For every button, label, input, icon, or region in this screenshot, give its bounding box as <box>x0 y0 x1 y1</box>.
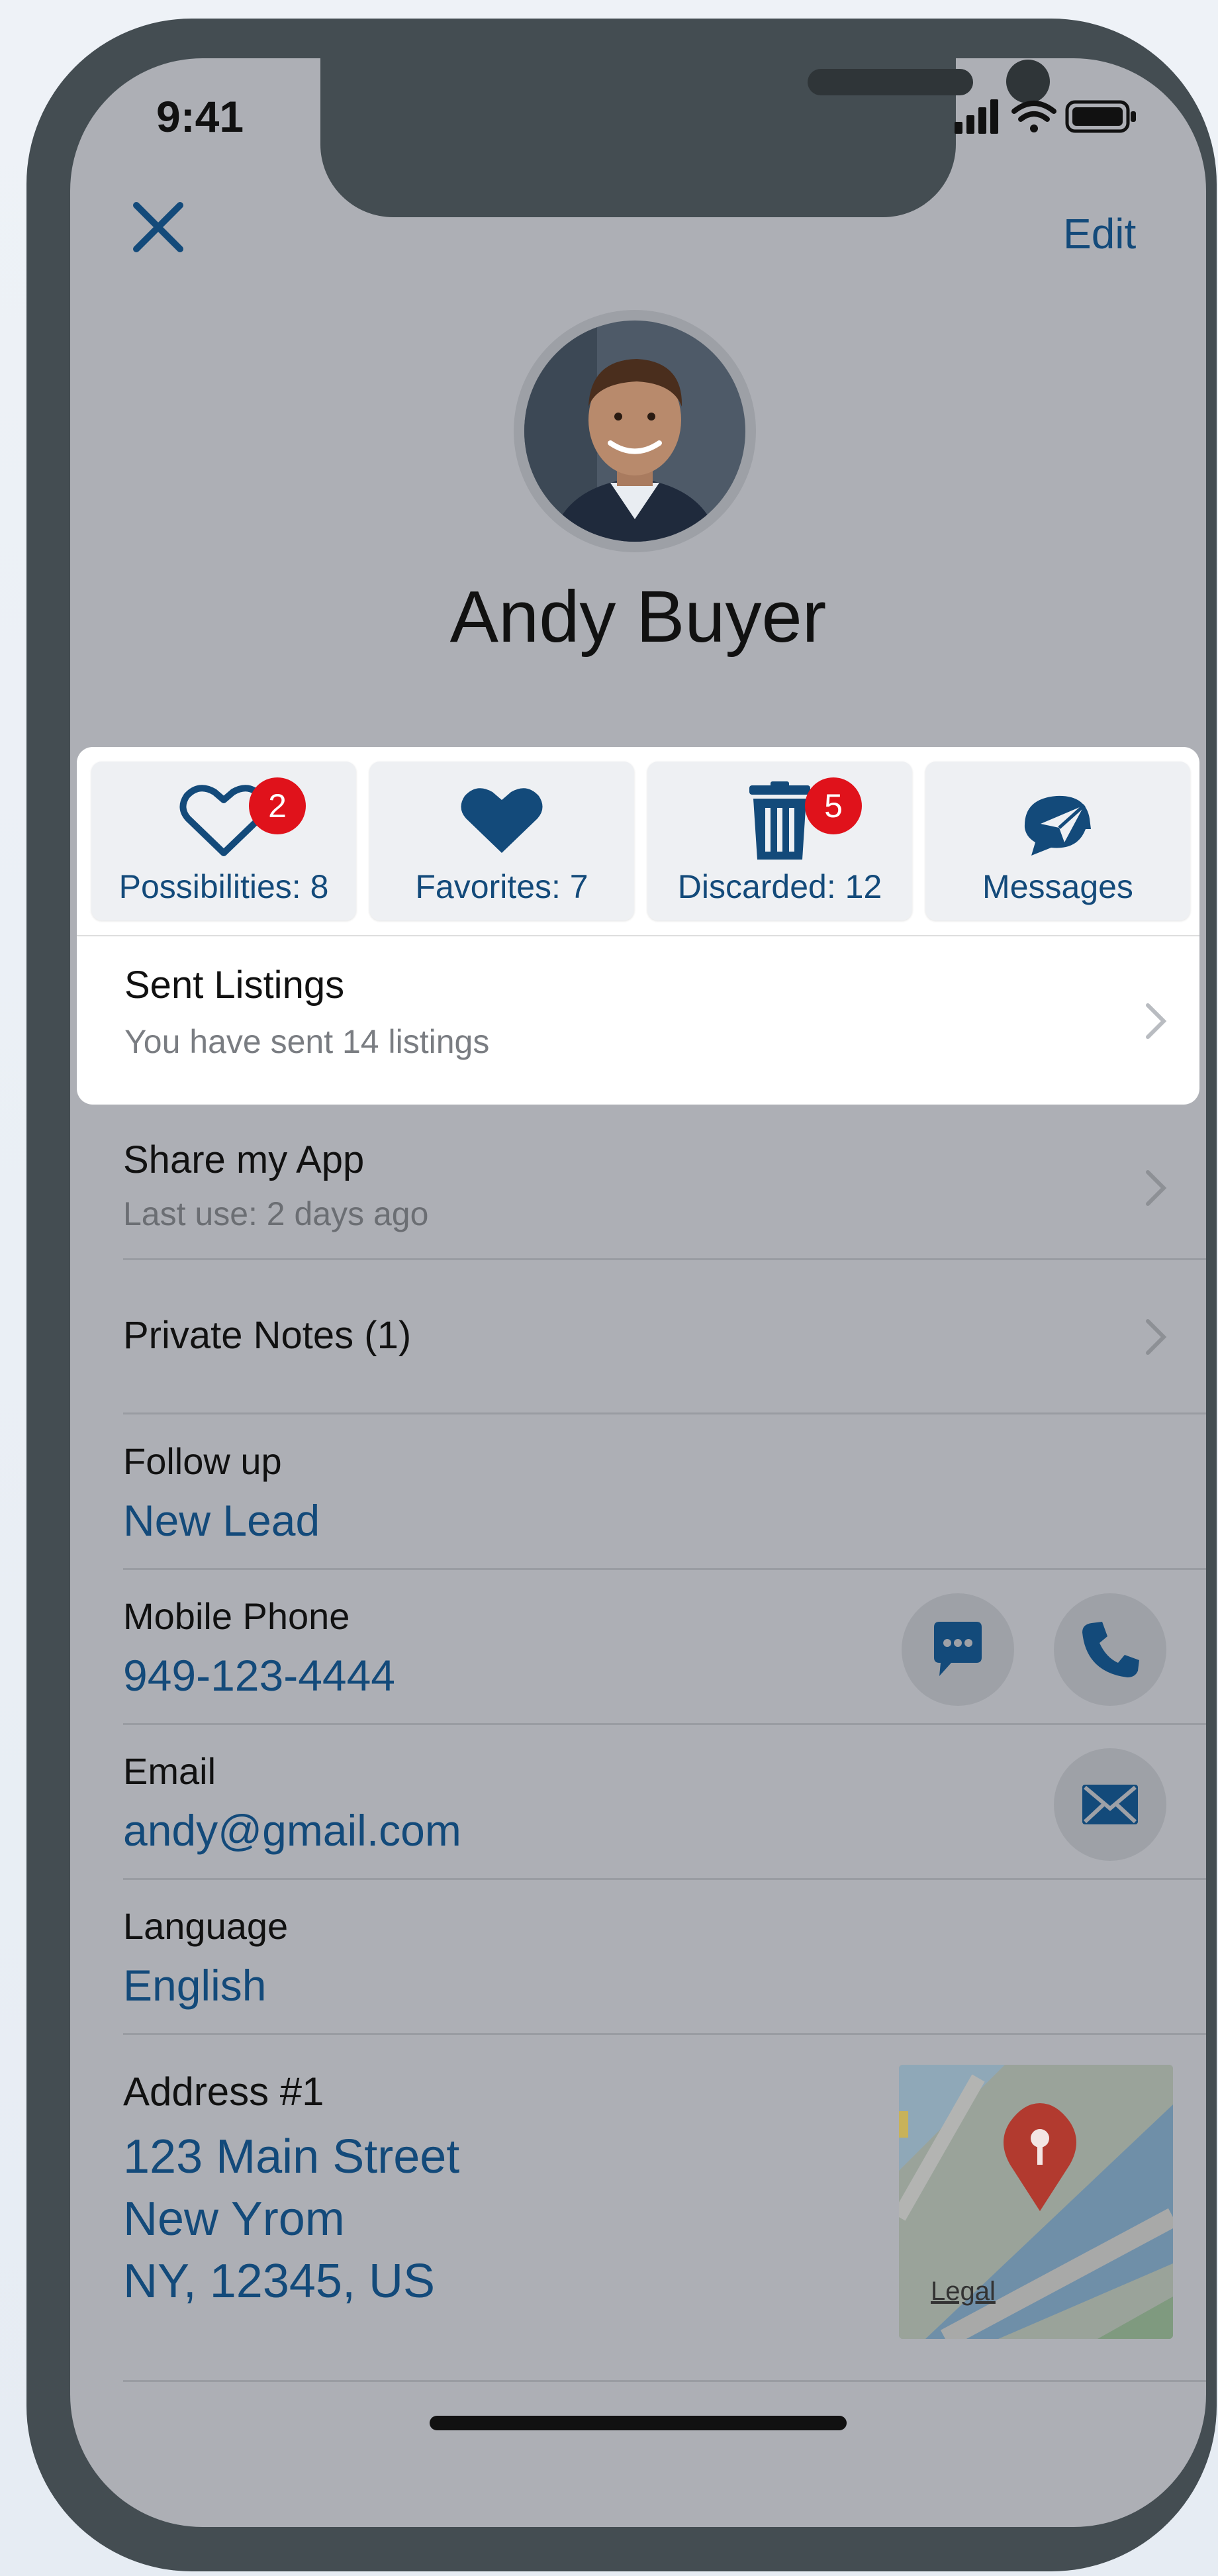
private-notes-title: Private Notes (1) <box>123 1314 412 1357</box>
favorites-tile[interactable]: Favorites: 7 <box>369 762 634 920</box>
share-app-title: Share my App <box>123 1138 365 1181</box>
divider <box>123 2380 1206 2382</box>
avatar[interactable] <box>524 321 745 542</box>
sent-listings-title: Sent Listings <box>124 964 345 1007</box>
messages-label: Messages <box>982 868 1133 905</box>
messages-tile[interactable]: Messages <box>925 762 1190 920</box>
sent-listings-subtitle: You have sent 14 listings <box>124 1023 490 1060</box>
share-app-row[interactable]: Share my App Last use: 2 days ago <box>70 1105 1206 1258</box>
phone-icon <box>1082 1622 1139 1677</box>
notch <box>320 58 1050 217</box>
battery-icon <box>1065 100 1136 133</box>
discarded-label: Discarded: 12 <box>677 868 882 905</box>
share-app-subtitle: Last use: 2 days ago <box>123 1195 429 1232</box>
discarded-tile[interactable]: 5 Discarded: 12 <box>647 762 912 920</box>
possibilities-badge: 2 <box>249 777 306 834</box>
email-value[interactable]: andy@gmail.com <box>123 1805 461 1856</box>
discarded-badge: 5 <box>805 777 862 834</box>
sent-listings-row[interactable]: Sent Listings You have sent 14 listings <box>77 935 1199 1106</box>
close-icon[interactable] <box>128 197 188 257</box>
avatar-photo <box>524 321 745 542</box>
mobile-phone-label: Mobile Phone <box>123 1595 350 1637</box>
address-map[interactable]: Legal <box>899 2065 1173 2339</box>
envelope-icon <box>1082 1785 1138 1824</box>
follow-up-value[interactable]: New Lead <box>123 1495 320 1546</box>
signal-icon <box>955 99 998 134</box>
email-button[interactable] <box>1054 1748 1166 1861</box>
email-label: Email <box>123 1750 216 1792</box>
divider <box>123 2033 1206 2035</box>
divider <box>123 1412 1206 1414</box>
address-line2[interactable]: New Yrom <box>123 2192 345 2246</box>
possibilities-label: Possibilities: 8 <box>118 868 329 905</box>
status-icons <box>955 99 1136 134</box>
screen: 9:41 Edit Andy Buyer 2 Possibilities: 8 … <box>70 58 1206 2527</box>
call-button[interactable] <box>1054 1593 1166 1706</box>
language-value[interactable]: English <box>123 1960 266 2010</box>
wifi-icon <box>1011 101 1056 132</box>
divider <box>123 1878 1206 1880</box>
profile-name: Andy Buyer <box>449 576 827 658</box>
divider <box>123 1568 1206 1570</box>
mobile-phone-value[interactable]: 949-123-4444 <box>123 1650 395 1701</box>
possibilities-tile[interactable]: 2 Possibilities: 8 <box>91 762 356 920</box>
map-pin-icon <box>1004 2103 1076 2211</box>
address-line3[interactable]: NY, 12345, US <box>123 2254 435 2308</box>
speaker-grille <box>808 69 973 95</box>
chat-bubble-icon <box>934 1622 982 1676</box>
map-legal-link[interactable]: Legal <box>931 2277 996 2306</box>
home-indicator[interactable] <box>430 2416 847 2430</box>
heart-filled-icon <box>461 788 543 853</box>
divider <box>123 1723 1206 1725</box>
language-label: Language <box>123 1905 289 1947</box>
chevron-right-icon <box>1146 1170 1167 1206</box>
edit-button[interactable]: Edit <box>1063 209 1136 258</box>
follow-up-label: Follow up <box>123 1440 282 1482</box>
sms-button[interactable] <box>902 1593 1014 1706</box>
favorites-label: Favorites: 7 <box>415 868 588 905</box>
address-label: Address #1 <box>123 2069 324 2114</box>
paper-plane-chat-icon <box>1024 795 1091 856</box>
chevron-right-icon <box>1146 1319 1167 1355</box>
address-line1[interactable]: 123 Main Street <box>123 2130 459 2184</box>
private-notes-row[interactable]: Private Notes (1) <box>70 1260 1206 1412</box>
highlight-card: 2 Possibilities: 8 Favorites: 7 5 Discar… <box>77 747 1199 1105</box>
status-time: 9:41 <box>156 92 244 141</box>
chevron-right-icon <box>1146 1003 1167 1039</box>
